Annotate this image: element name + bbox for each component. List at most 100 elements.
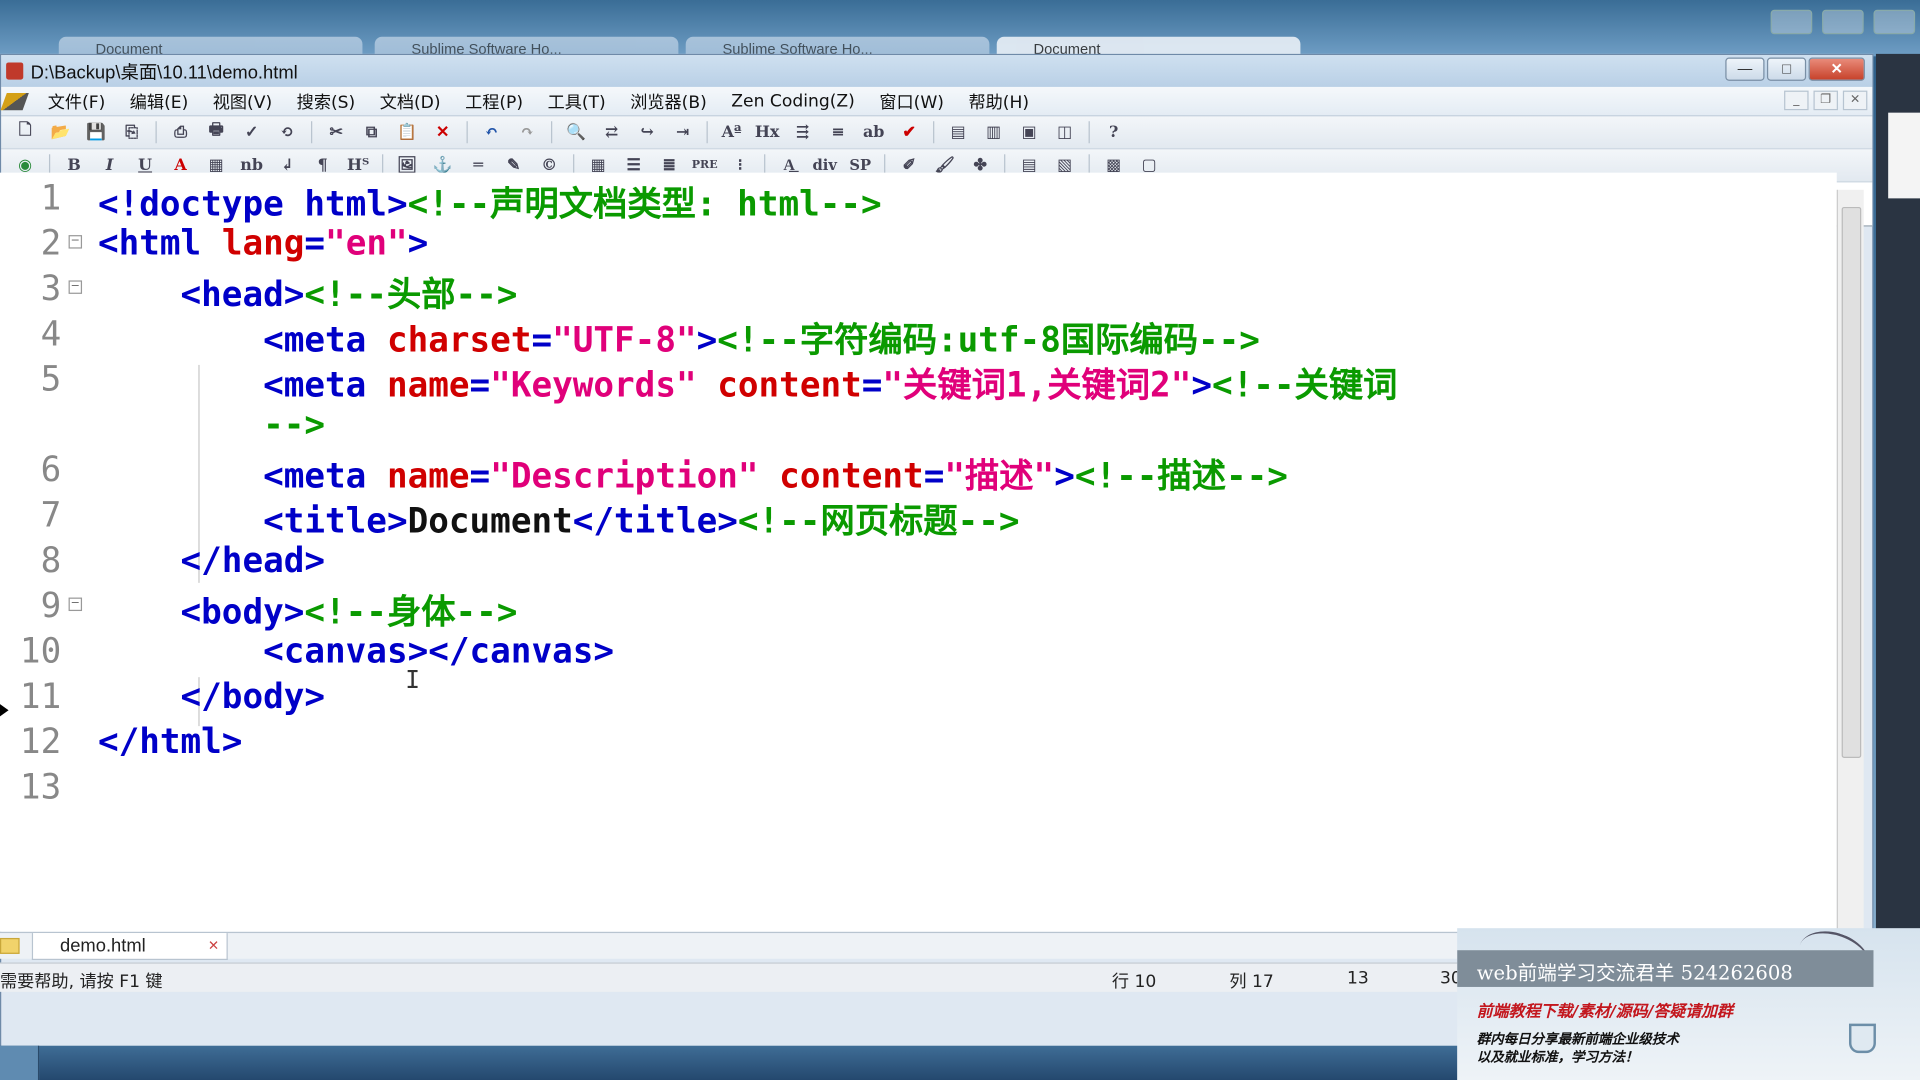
code-line[interactable]: 3− <head><!--头部--> xyxy=(0,268,1837,315)
fold-toggle-icon[interactable]: − xyxy=(68,280,83,294)
menu-window[interactable]: 窗口(W) xyxy=(867,89,956,113)
paste-icon[interactable]: 📋 xyxy=(393,120,421,144)
redo-icon[interactable]: ↷ xyxy=(513,120,541,144)
ad-red-text: 前端教程下载/素材/源码/答疑请加群 xyxy=(1476,1002,1733,1022)
code-text: <meta charset="UTF-8"><!--字符编码:utf-8国际编码… xyxy=(98,313,1260,362)
menu-zen-coding[interactable]: Zen Coding(Z) xyxy=(719,91,867,111)
code-line[interactable]: --> xyxy=(0,404,1837,449)
save-all-icon[interactable]: ⎘ xyxy=(118,120,146,144)
close-tab-icon[interactable]: ✕ xyxy=(208,938,219,954)
start-button[interactable] xyxy=(0,1045,40,1080)
close-button[interactable]: ✕ xyxy=(1808,57,1865,81)
menu-tools[interactable]: 工具(T) xyxy=(535,89,618,113)
view-split-icon[interactable]: ▥ xyxy=(980,120,1008,144)
code-line[interactable]: 13 xyxy=(0,767,1837,812)
check-icon[interactable]: ✔ xyxy=(895,120,923,144)
code-editor[interactable]: I 1 <!doctype html><!--声明文档类型: html--> 2− <… xyxy=(0,172,1837,932)
save-icon[interactable]: 💾 xyxy=(82,120,110,144)
line-number: 6 xyxy=(40,449,62,490)
code-token: <meta xyxy=(97,364,387,406)
goto-icon[interactable]: ↪ xyxy=(633,120,661,144)
line-number: 2 xyxy=(40,222,62,264)
folder-icon[interactable] xyxy=(0,937,20,954)
find-icon[interactable]: 🔍 xyxy=(562,120,590,144)
delete-icon[interactable]: ✕ xyxy=(429,120,457,144)
help-icon[interactable]: ? xyxy=(1100,120,1128,144)
menu-browser[interactable]: 浏览器(B) xyxy=(618,89,719,113)
maximize-button[interactable]: □ xyxy=(1766,57,1807,81)
copy-icon[interactable]: ⧉ xyxy=(358,120,386,144)
browser-user-button[interactable] xyxy=(1770,9,1813,35)
menu-edit[interactable]: 编辑(E) xyxy=(118,89,201,113)
code-token: "Description" xyxy=(490,455,780,496)
fold-toggle-icon[interactable]: − xyxy=(68,235,83,249)
line-number: 3 xyxy=(40,268,62,309)
menu-search[interactable]: 搜索(S) xyxy=(284,89,367,113)
open-folder-icon[interactable]: 📂 xyxy=(47,120,75,144)
code-token: <!--头部--> xyxy=(304,274,518,315)
menu-document[interactable]: 文档(D) xyxy=(367,89,452,113)
status-row: 行 10 xyxy=(1111,972,1157,992)
doc-close-button[interactable]: ✕ xyxy=(1842,90,1868,111)
file-tab-demo[interactable]: demo.html ✕ xyxy=(31,933,228,961)
undo-icon[interactable]: ↶ xyxy=(478,120,506,144)
code-token: <body> xyxy=(97,591,305,632)
code-token: <!doctype html> xyxy=(97,183,408,225)
doc-restore-button[interactable]: ❐ xyxy=(1813,90,1838,111)
code-line[interactable]: 9− <body><!--身体--> xyxy=(0,585,1837,632)
code-line[interactable]: 4 <meta charset="UTF-8"><!--字符编码:utf-8国际… xyxy=(0,313,1837,360)
menu-view[interactable]: 视图(V) xyxy=(201,89,285,113)
code-token: content xyxy=(717,364,862,406)
browser-maximize-button[interactable] xyxy=(1873,9,1916,35)
fold-toggle-icon[interactable]: − xyxy=(68,597,83,612)
code-line[interactable]: 10 <canvas></canvas> xyxy=(0,631,1837,676)
code-line[interactable]: 1 <!doctype html><!--声明文档类型: html--> xyxy=(0,177,1837,225)
font-icon[interactable]: Aª xyxy=(718,120,746,144)
code-line[interactable]: 12 </html> xyxy=(0,721,1837,766)
line-number: 1 xyxy=(40,177,62,218)
menu-project[interactable]: 工程(P) xyxy=(453,89,536,113)
code-line[interactable]: 11 </body> xyxy=(0,676,1837,721)
code-token: Document xyxy=(407,500,573,542)
hex-icon[interactable]: Hx xyxy=(753,120,781,144)
sync-icon[interactable]: ⟲ xyxy=(273,120,301,144)
app-icon xyxy=(6,62,24,80)
code-text: --> xyxy=(98,404,325,444)
code-line[interactable]: 8 </head> xyxy=(0,540,1837,585)
status-bar: 需要帮助, 请按 F1 键 行 10 列 17 13 30 xyxy=(0,962,1470,992)
menu-help[interactable]: 帮助(H) xyxy=(956,89,1041,113)
code-token: = xyxy=(469,364,491,406)
print-preview-icon[interactable]: ⎙ xyxy=(167,120,195,144)
new-file-icon[interactable]: 🗋 xyxy=(11,120,39,144)
code-token: --> xyxy=(97,404,326,445)
case-icon[interactable]: ab xyxy=(860,120,888,144)
code-token: <!--字符编码:utf-8国际编码--> xyxy=(717,319,1260,361)
linenum-icon[interactable]: ≡ xyxy=(824,120,852,144)
code-token: </head> xyxy=(97,540,326,581)
code-token: <!--描述--> xyxy=(1074,455,1288,496)
cut-icon[interactable]: ✂ xyxy=(322,120,350,144)
spellcheck-icon[interactable]: ✓ xyxy=(238,120,266,144)
menu-file[interactable]: 文件(F) xyxy=(36,89,118,113)
browser-minimize-button[interactable] xyxy=(1822,9,1864,35)
view-compare-icon[interactable]: ◫ xyxy=(1051,120,1079,144)
indent-icon[interactable]: ⇥ xyxy=(669,120,697,144)
ad-overlay: web前端学习交流君羊 524262608 前端教程下载/素材/源码/答疑请加群… xyxy=(1457,928,1920,1080)
code-line[interactable]: 7 <title>Document</title><!--网页标题--> xyxy=(0,495,1837,542)
minimize-button[interactable]: — xyxy=(1725,57,1765,81)
wordwrap-icon[interactable]: ⇶ xyxy=(789,120,817,144)
view-list-icon[interactable]: ▤ xyxy=(944,120,972,144)
vertical-scrollbar[interactable] xyxy=(1836,189,1864,949)
tea-cup-icon xyxy=(1848,1023,1876,1054)
code-line[interactable]: 2− <html lang="en"> xyxy=(0,223,1837,268)
code-line[interactable]: 6 <meta name="Description" content="描述">… xyxy=(0,449,1837,496)
replace-icon[interactable]: ⇄ xyxy=(598,120,626,144)
doc-minimize-button[interactable]: _ xyxy=(1784,90,1809,111)
status-num: 13 xyxy=(1346,968,1369,989)
print-icon[interactable]: 🖶 xyxy=(202,120,230,144)
ad-line-2: 以及就业标准，学习方法！ xyxy=(1476,1049,1639,1066)
code-token: <html xyxy=(97,222,222,264)
view-browser-icon[interactable]: ▣ xyxy=(1015,120,1043,144)
line-number: 11 xyxy=(19,675,62,717)
code-line[interactable]: 5 <meta name="Keywords" content="关键词1,关键… xyxy=(0,359,1837,406)
